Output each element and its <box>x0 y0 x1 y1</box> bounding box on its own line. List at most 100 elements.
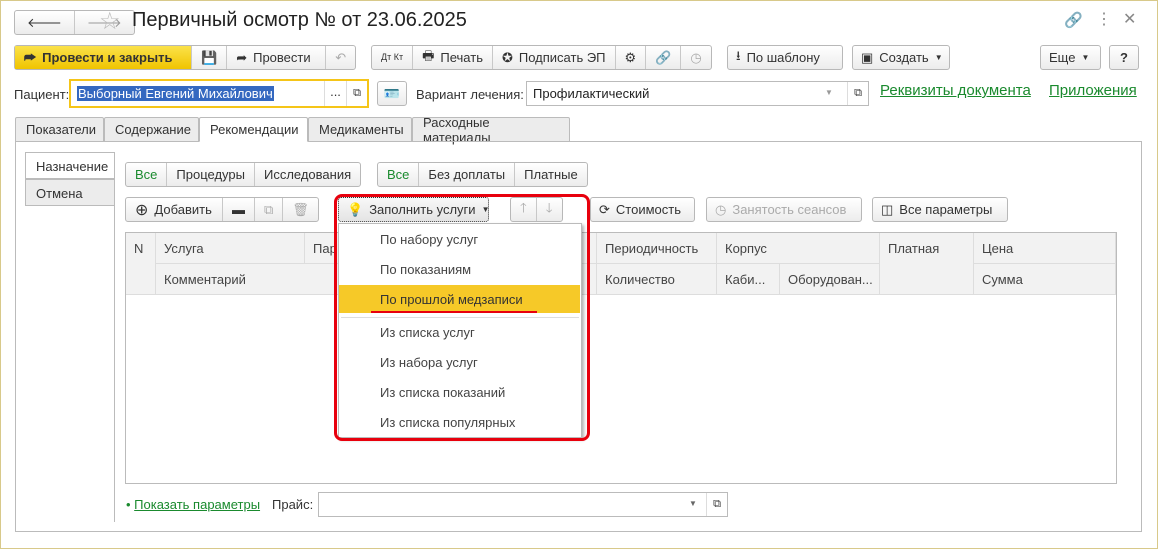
clock-icon: ◷ <box>715 201 727 217</box>
history-button[interactable]: ◷ <box>681 46 710 69</box>
show-params-link[interactable]: • Показать параметры <box>126 497 260 512</box>
col-quantity[interactable]: Количество <box>597 264 717 295</box>
copy-icon: ⧉ <box>264 201 274 217</box>
sessions-label: Занятость сеансов <box>732 202 847 217</box>
more-label: Еще <box>1049 50 1076 65</box>
open-icon[interactable]: ⧉ <box>706 493 727 516</box>
col-periodicity[interactable]: Периодичность <box>597 233 717 264</box>
by-template-label: По шаблону <box>746 50 820 65</box>
post-and-close-button[interactable]: ⮫ Провести и закрыть <box>15 46 192 69</box>
patient-value: Выборный Евгений Михайлович <box>77 86 274 101</box>
payment-filter-all[interactable]: Все <box>378 163 420 186</box>
bullet-icon: • <box>126 497 135 512</box>
undo-post-button[interactable]: ↶ <box>326 46 355 69</box>
side-tab-assignment[interactable]: Назначение <box>25 152 115 179</box>
filter-procedures[interactable]: Процедуры <box>167 163 255 186</box>
tab-medications[interactable]: Медикаменты <box>308 117 412 142</box>
more-button[interactable]: Еще ▼ <box>1040 45 1101 70</box>
create-icon: ▣ <box>861 49 874 65</box>
print-toolbar: Дт Кт 🖶 Печать ✪ Подписать ЭП ⚙ 🔗 ◷ <box>371 45 712 70</box>
chevron-down-icon: ▼ <box>934 53 943 62</box>
seal-icon: ✪ <box>501 49 513 65</box>
page-title: Первичный осмотр № от 23.06.2025 <box>132 9 467 31</box>
side-tab-cancel[interactable]: Отмена <box>25 179 115 206</box>
dt-kt-label: Дт Кт <box>381 52 404 62</box>
service-type-filter: Все Процедуры Исследования <box>125 162 362 187</box>
plus-circle-icon: ⊕ <box>135 201 149 219</box>
price-field[interactable]: ▼ ⧉ <box>318 492 728 517</box>
add-label: Добавить <box>154 202 212 217</box>
cost-button[interactable]: ⟳ Стоимость <box>590 197 695 222</box>
gears-button[interactable]: ⚙ <box>616 46 647 69</box>
delete-button[interactable]: 🗑 <box>283 198 318 221</box>
all-params-button[interactable]: ◫ Все параметры <box>872 197 1008 222</box>
annotation-underline <box>371 311 537 313</box>
back-button[interactable]: 🡐 <box>15 11 75 34</box>
cost-label: Стоимость <box>615 202 681 217</box>
select-button[interactable]: ... <box>324 81 346 106</box>
gears-icon: ⚙ <box>624 49 637 65</box>
create-label: Создать <box>879 50 929 65</box>
copy-button[interactable]: ⧉ <box>255 198 284 221</box>
help-button[interactable]: ? <box>1109 45 1139 70</box>
payment-filter-paid[interactable]: Платные <box>515 163 587 186</box>
treatment-field[interactable]: Профилактический ▼ ⧉ <box>526 81 869 106</box>
sign-button[interactable]: ✪ Подписать ЭП <box>493 46 616 69</box>
sign-label: Подписать ЭП <box>518 50 606 65</box>
print-label: Печать <box>440 50 483 65</box>
filter-research[interactable]: Исследования <box>255 163 360 186</box>
col-sum[interactable]: Сумма <box>974 264 1116 295</box>
more-icon[interactable]: ⋮ <box>1096 9 1112 29</box>
create-button[interactable]: ▣ Создать ▼ <box>852 45 950 70</box>
chevron-down-icon[interactable]: ▼ <box>689 499 697 508</box>
hierarchy-icon: ▬ <box>232 202 245 217</box>
session-occupancy-button[interactable]: ◷ Занятость сеансов <box>706 197 862 222</box>
tab-recommendations[interactable]: Рекомендации <box>199 117 308 142</box>
close-icon[interactable]: ✕ <box>1123 9 1136 29</box>
col-n[interactable]: N <box>126 233 156 295</box>
document-details-link[interactable]: Реквизиты документа <box>880 82 1031 99</box>
payment-filter-no-surcharge[interactable]: Без доплаты <box>419 163 516 186</box>
trash-icon: 🗑 <box>292 201 309 217</box>
patient-field[interactable]: Выборный Евгений Михайлович ... ⧉ <box>69 79 369 108</box>
chevron-down-icon[interactable]: ▼ <box>825 88 833 97</box>
refresh-icon: ⟳ <box>599 201 610 217</box>
open-icon[interactable]: ⧉ <box>847 82 868 105</box>
tab-content[interactable]: Содержание <box>104 117 199 142</box>
col-service[interactable]: Услуга <box>156 233 305 264</box>
dt-kt-button[interactable]: Дт Кт <box>372 46 414 69</box>
tab-indicators[interactable]: Показатели <box>15 117 104 142</box>
hierarchy-button[interactable]: ▬ <box>223 198 255 221</box>
price-label: Прайс: <box>272 497 314 512</box>
col-paid[interactable]: Платная <box>880 233 974 295</box>
col-building[interactable]: Корпус <box>717 233 880 264</box>
col-price[interactable]: Цена <box>974 233 1116 264</box>
save-button[interactable]: 💾 <box>192 46 228 69</box>
main-toolbar: ⮫ Провести и закрыть 💾 ➦ Провести ↶ <box>14 45 357 70</box>
treatment-value: Профилактический <box>533 86 650 101</box>
patient-card-button[interactable]: 🪪 <box>377 81 407 106</box>
treatment-label: Вариант лечения: <box>416 87 524 102</box>
favorite-star-icon[interactable]: ☆ <box>99 7 121 36</box>
col-cabinet[interactable]: Каби... <box>717 264 780 295</box>
post-label: Провести <box>253 50 311 65</box>
print-button[interactable]: 🖶 Печать <box>413 46 493 69</box>
post-close-icon: ⮫ <box>24 49 37 65</box>
link-icon: 🔗 <box>655 49 672 65</box>
printer-icon: 🖶 <box>422 47 435 63</box>
divider <box>114 152 115 522</box>
annotation-highlight-box <box>334 194 590 441</box>
link-button[interactable]: 🔗 <box>646 46 682 69</box>
tab-consumables[interactable]: Расходные материалы <box>412 115 570 145</box>
columns-icon: ◫ <box>881 201 894 217</box>
add-button[interactable]: ⊕ Добавить <box>126 198 223 221</box>
filter-all[interactable]: Все <box>126 163 168 186</box>
by-template-button[interactable]: ⭳ По шаблону <box>727 45 843 70</box>
attachments-link[interactable]: Приложения <box>1049 82 1137 99</box>
link-icon[interactable]: 🔗 <box>1064 11 1083 29</box>
open-icon[interactable]: ⧉ <box>346 81 367 106</box>
post-button[interactable]: ➦ Провести <box>227 46 327 69</box>
services-table[interactable]: N Услуга Пар Комментарий Периодичность К… <box>125 232 1117 484</box>
save-icon: 💾 <box>201 49 218 65</box>
col-equipment[interactable]: Оборудован... <box>780 264 880 295</box>
